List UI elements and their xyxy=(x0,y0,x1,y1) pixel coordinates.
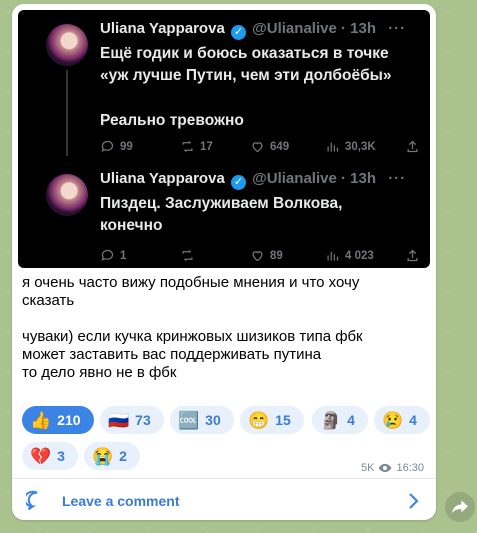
leave-comment-button[interactable]: Leave a comment xyxy=(26,488,426,514)
reaction-russia-flag[interactable]: 🇷🇺 73 xyxy=(100,406,164,434)
avatar xyxy=(46,24,88,66)
broken-heart-icon: 💔 xyxy=(30,446,52,466)
tweet-text-line: Пиздец. Заслуживаем Волкова, xyxy=(100,195,343,212)
message-line: я очень часто вижу подобные мнения и что… xyxy=(22,274,360,291)
reply-icon xyxy=(101,140,114,153)
tweet-time: 13h xyxy=(350,170,377,187)
more-icon: ··· xyxy=(388,20,407,37)
views-stat: 30,3K xyxy=(325,139,376,154)
chevron-right-icon xyxy=(409,493,419,509)
repost-stat: 17 xyxy=(180,139,213,154)
message-text: я очень часто вижу подобные мнения и что… xyxy=(22,274,422,382)
tweet-handle: @Ulianalive xyxy=(252,20,337,37)
reply-stat: 1 xyxy=(100,248,126,263)
sob-icon: 😭 xyxy=(92,446,114,466)
avatar xyxy=(46,174,88,216)
tweet-author-name: Uliana Yapparova xyxy=(100,20,225,37)
more-icon: ··· xyxy=(388,170,407,187)
tweet-author-name: Uliana Yapparova xyxy=(100,170,225,187)
like-stat: 89 xyxy=(250,248,283,263)
heart-icon xyxy=(252,142,263,153)
divider xyxy=(12,478,436,479)
grin-icon: 😁 xyxy=(248,410,270,430)
message-line: чуваки) если кучка кринжовых шизиков тип… xyxy=(22,328,363,345)
reaction-moai[interactable]: 🗿 4 xyxy=(312,406,368,434)
crying-icon: 😢 xyxy=(382,410,404,430)
share-stat xyxy=(405,248,420,263)
tweet-text-line: Ещё годик и боюсь оказаться в точке xyxy=(100,45,389,62)
reaction-broken-heart[interactable]: 💔 3 xyxy=(22,442,78,470)
reaction-grin[interactable]: 😁 15 xyxy=(240,406,304,434)
message-line: сказать xyxy=(22,292,75,309)
tweet-text-line: «уж лучше Путин, чем эти долбоёбы» xyxy=(100,67,392,84)
message-line: может заставить вас поддерживать путина xyxy=(22,346,322,363)
share-icon xyxy=(407,140,418,153)
tweet-text: Пиздец. Заслуживаем Волкова, конечно xyxy=(100,193,420,237)
russia-flag-icon: 🇷🇺 xyxy=(108,410,130,430)
eye-icon xyxy=(379,463,392,473)
tweet-handle: @Ulianalive xyxy=(252,170,337,187)
message-line: то дело явно не в фбк xyxy=(22,364,177,381)
verified-icon: ✓ xyxy=(230,25,246,40)
reply-icon xyxy=(101,249,114,262)
comment-icon xyxy=(26,490,38,511)
views-icon xyxy=(327,142,339,152)
tweet-text: Ещё годик и боюсь оказаться в точке «уж … xyxy=(100,43,430,87)
reaction-thumbs-up[interactable]: 👍 210 xyxy=(22,406,94,434)
tweet-actions: 1 89 4 023 xyxy=(100,248,430,268)
thumbs-up-icon: 👍 xyxy=(30,410,52,430)
repost-icon xyxy=(182,141,193,152)
leave-comment-label: Leave a comment xyxy=(62,493,180,509)
tweet-text-line: конечно xyxy=(100,217,163,234)
verified-icon: ✓ xyxy=(230,175,246,190)
moai-icon: 🗿 xyxy=(320,410,342,430)
views-stat: 4 023 xyxy=(325,248,374,263)
tweet-header: Uliana Yapparova ✓ @Ulianalive · 13h ··· xyxy=(100,20,407,40)
repost-stat xyxy=(180,248,200,263)
view-count: 5K xyxy=(361,462,375,474)
reply-stat: 99 xyxy=(100,139,133,154)
tweet-text-line: Реально тревожно xyxy=(100,112,244,129)
reaction-sob[interactable]: 😭 2 xyxy=(84,442,140,470)
reaction-cool[interactable]: 🆒 30 xyxy=(170,406,234,434)
reaction-crying[interactable]: 😢 4 xyxy=(374,406,430,434)
forward-icon xyxy=(452,500,468,514)
share-stat xyxy=(405,139,420,154)
views-icon xyxy=(327,251,339,261)
tweet-actions: 99 17 649 30,3K xyxy=(100,139,430,159)
forward-button[interactable] xyxy=(445,492,475,522)
message-card: Uliana Yapparova ✓ @Ulianalive · 13h ···… xyxy=(12,4,436,520)
message-time: 16:30 xyxy=(396,462,424,474)
cool-icon: 🆒 xyxy=(178,410,200,430)
share-icon xyxy=(407,249,418,262)
message-meta: 5K 16:30 xyxy=(361,462,424,474)
tweet-screenshot: Uliana Yapparova ✓ @Ulianalive · 13h ···… xyxy=(18,10,430,268)
repost-icon xyxy=(182,250,193,261)
thread-line xyxy=(66,70,68,156)
like-stat: 649 xyxy=(250,139,289,154)
heart-icon xyxy=(252,251,263,262)
tweet-header: Uliana Yapparova ✓ @Ulianalive · 13h ··· xyxy=(100,170,407,190)
tweet-time: 13h xyxy=(350,20,377,37)
